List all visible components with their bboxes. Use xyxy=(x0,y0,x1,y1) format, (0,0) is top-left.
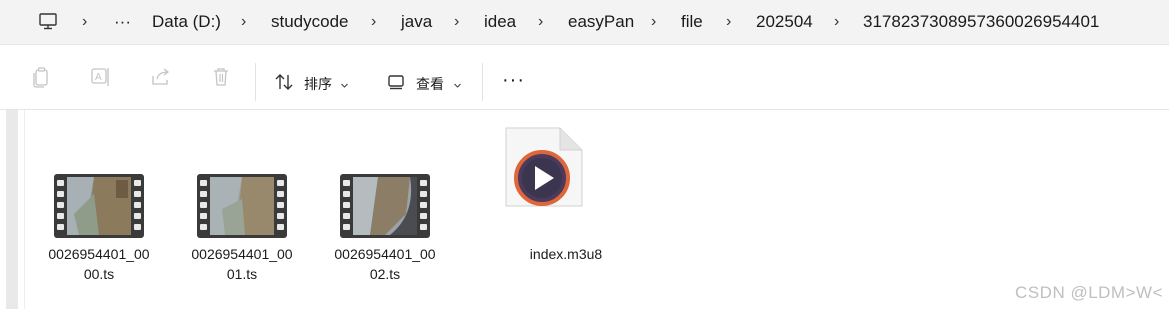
breadcrumb-item-studycode[interactable]: studycode xyxy=(271,11,349,33)
file-list-view: 0026954401_00 00.ts 0026954401_00 01.ts xyxy=(24,110,1169,309)
toolbar-divider xyxy=(482,63,483,101)
file-name: 0026954401_00 01.ts xyxy=(177,244,307,284)
breadcrumb-item-idea[interactable]: idea xyxy=(484,11,516,33)
file-name-line: 0026954401_00 xyxy=(48,246,150,262)
file-name-line: 01.ts xyxy=(226,266,258,282)
breadcrumb-item-202504[interactable]: 202504 xyxy=(756,11,813,33)
breadcrumb-item-easypan[interactable]: easyPan xyxy=(568,11,634,33)
sort-button[interactable]: 排序 xyxy=(304,75,332,93)
breadcrumb-item-java[interactable]: java xyxy=(401,11,432,33)
file-name: index.m3u8 xyxy=(529,246,603,262)
breadcrumb-separator-icon[interactable]: › xyxy=(651,11,656,33)
file-name-line: 0026954401_00 xyxy=(334,246,436,262)
file-name-line: 00.ts xyxy=(83,266,115,282)
breadcrumb-item-current-folder[interactable]: 3178237308957360026954401 xyxy=(863,11,1099,33)
share-icon[interactable] xyxy=(150,65,172,94)
breadcrumb-separator-icon[interactable]: › xyxy=(241,11,246,33)
file-name-line: 0026954401_00 xyxy=(191,246,293,262)
video-thumbnail-icon xyxy=(197,174,287,238)
svg-text:A: A xyxy=(95,72,102,83)
more-options-button[interactable]: ··· xyxy=(502,70,525,90)
sort-icon[interactable] xyxy=(274,72,294,97)
this-pc-icon[interactable] xyxy=(38,11,58,36)
breadcrumb-separator-icon[interactable]: › xyxy=(371,11,376,33)
breadcrumb-item-data-d[interactable]: Data (D:) xyxy=(152,11,221,33)
breadcrumb-separator-icon[interactable]: › xyxy=(454,11,459,33)
chevron-down-icon[interactable] xyxy=(340,77,349,95)
breadcrumb-separator-icon[interactable]: › xyxy=(538,11,543,33)
command-bar: A 排序 查看 ··· xyxy=(0,45,1169,110)
breadcrumb-item-file[interactable]: file xyxy=(681,11,703,33)
rename-icon[interactable]: A xyxy=(90,65,112,94)
view-icon[interactable] xyxy=(387,74,405,95)
file-name: 0026954401_00 00.ts xyxy=(34,244,164,284)
toolbar-divider xyxy=(255,63,256,101)
delete-icon[interactable] xyxy=(210,65,232,94)
breadcrumb-separator-icon[interactable]: › xyxy=(834,11,839,33)
breadcrumb-overflow[interactable]: ··· xyxy=(114,11,131,33)
media-playlist-icon xyxy=(505,127,583,207)
pane-scrollbar[interactable] xyxy=(6,110,18,309)
address-bar[interactable]: › ··· Data (D:) › studycode › java › ide… xyxy=(0,0,1169,45)
copy-icon[interactable] xyxy=(30,65,52,94)
watermark: CSDN @LDM>W< xyxy=(1015,283,1163,302)
navigation-pane xyxy=(0,110,24,309)
chevron-down-icon[interactable] xyxy=(453,77,462,95)
breadcrumb-separator-icon[interactable]: › xyxy=(726,11,731,33)
file-name-line: 02.ts xyxy=(369,266,401,282)
file-name: 0026954401_00 02.ts xyxy=(320,244,450,284)
video-thumbnail-icon xyxy=(54,174,144,238)
video-thumbnail-icon xyxy=(340,174,430,238)
view-button[interactable]: 查看 xyxy=(416,75,444,93)
breadcrumb-separator-icon[interactable]: › xyxy=(82,11,87,33)
